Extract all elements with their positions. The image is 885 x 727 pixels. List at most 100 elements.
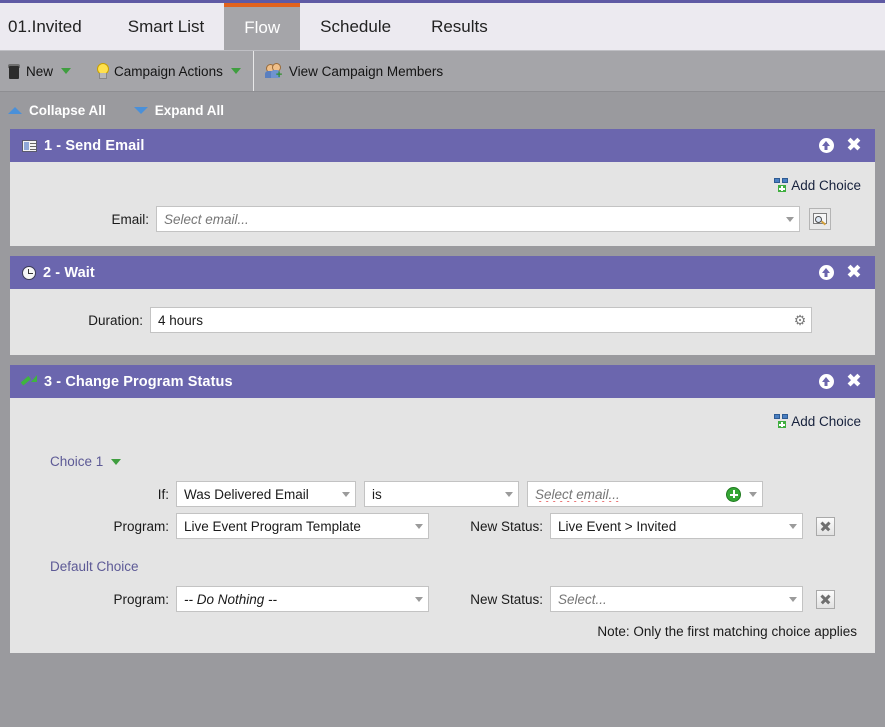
tab-label: 01.Invited	[8, 17, 82, 36]
arrow-up-circle-icon	[818, 265, 834, 280]
campaign-actions-label: Campaign Actions	[114, 63, 223, 79]
campaign-actions-button[interactable]: Campaign Actions	[83, 51, 253, 91]
preview-email-button[interactable]	[809, 208, 831, 230]
close-icon: ✖	[846, 261, 862, 283]
gear-icon[interactable]: ⚙	[789, 312, 811, 329]
people-icon: +	[264, 63, 284, 81]
default-status-select[interactable]: Select...	[550, 586, 803, 612]
new-status-value: Live Event > Invited	[558, 518, 677, 534]
email-select[interactable]: Select email...	[156, 206, 800, 232]
view-campaign-members-button[interactable]: + View Campaign Members	[254, 51, 455, 91]
move-up-button[interactable]	[815, 262, 837, 284]
choice-1-label: Choice 1	[50, 454, 104, 469]
if-label: If:	[157, 486, 169, 502]
step-title: 1 - Send Email	[44, 137, 145, 154]
step-header: 3 - Change Program Status ✖	[10, 365, 875, 398]
green-arrow-icon	[22, 375, 37, 388]
if-trigger-select[interactable]: Was Delivered Email	[176, 481, 356, 507]
flow-step-change-program-status: 3 - Change Program Status ✖ Add Choice C…	[10, 365, 875, 653]
arrow-up-circle-icon	[818, 374, 834, 389]
flow-step-wait: 2 - Wait ✖ Duration: 4 hours ⚙	[10, 256, 875, 355]
default-choice-label: Default Choice	[50, 559, 139, 574]
duration-field-label: Duration:	[88, 312, 143, 328]
email-select-value: Select email...	[164, 211, 249, 227]
chevron-down-icon[interactable]	[410, 523, 428, 529]
tab-flow[interactable]: Flow	[224, 3, 301, 50]
tab-bar: 01.Invited Smart List Flow Schedule Resu…	[0, 3, 885, 51]
chevron-down-icon	[111, 458, 122, 465]
chevron-down-icon[interactable]	[784, 596, 802, 602]
add-choice-label: Add Choice	[791, 177, 861, 193]
triangle-up-icon	[8, 107, 22, 114]
matching-choice-note: Note: Only the first matching choice app…	[597, 624, 857, 639]
default-status-label: New Status:	[470, 591, 543, 607]
program-value: Live Event Program Template	[184, 518, 361, 534]
toolbar-divider	[252, 51, 254, 91]
add-choice-button[interactable]: Add Choice	[774, 178, 861, 193]
duration-input[interactable]: 4 hours ⚙	[150, 307, 812, 333]
add-choice-button[interactable]: Add Choice	[774, 414, 861, 429]
default-program-select[interactable]: -- Do Nothing --	[176, 586, 429, 612]
tab-01-invited[interactable]: 01.Invited	[0, 3, 108, 50]
program-select[interactable]: Live Event Program Template	[176, 513, 429, 539]
chevron-down-icon[interactable]	[744, 491, 762, 497]
chevron-down-icon[interactable]	[781, 216, 799, 222]
move-up-button[interactable]	[815, 135, 837, 157]
new-button-label: New	[26, 63, 54, 79]
triangle-down-icon	[133, 107, 148, 114]
step-body: Add Choice Email: Select email...	[10, 162, 875, 246]
if-operator-value: is	[372, 486, 382, 502]
step-body: Add Choice Choice 1 If: Was Delivered Em…	[10, 398, 875, 653]
toolbar: New Campaign Actions + View Campaign Mem…	[0, 51, 885, 92]
tab-label: Results	[431, 17, 488, 36]
tab-label: Schedule	[320, 17, 392, 36]
add-choice-label: Add Choice	[791, 413, 861, 429]
new-button[interactable]: New	[0, 51, 83, 91]
tab-smart-list[interactable]: Smart List	[108, 3, 225, 50]
new-icon	[8, 63, 21, 79]
remove-step-button[interactable]: ✖	[843, 262, 865, 284]
chevron-down-icon[interactable]	[500, 491, 518, 497]
default-status-value: Select...	[558, 591, 607, 607]
move-up-button[interactable]	[815, 371, 837, 393]
add-value-icon[interactable]	[726, 486, 741, 502]
program-label: Program:	[113, 518, 169, 534]
arrow-up-circle-icon	[818, 138, 834, 153]
clock-icon	[22, 265, 36, 280]
chevron-down-icon[interactable]	[410, 596, 428, 602]
add-choice-icon	[774, 414, 789, 428]
chevron-down-icon	[61, 68, 72, 74]
if-operator-select[interactable]: is	[364, 481, 519, 507]
choice-1-toggle[interactable]: Choice 1	[50, 454, 122, 469]
add-choice-icon	[774, 178, 789, 192]
step-title: 3 - Change Program Status	[44, 373, 233, 390]
tab-results[interactable]: Results	[411, 3, 508, 50]
if-value-select[interactable]: Select email...	[527, 481, 763, 507]
delete-default-choice-button[interactable]	[816, 589, 835, 609]
view-campaign-members-label: View Campaign Members	[288, 63, 444, 79]
step-header: 1 - Send Email ✖	[10, 129, 875, 162]
tab-schedule[interactable]: Schedule	[300, 3, 411, 50]
new-status-select[interactable]: Live Event > Invited	[550, 513, 803, 539]
close-icon: ✖	[846, 370, 862, 392]
chevron-down-icon[interactable]	[337, 491, 355, 497]
chevron-down-icon	[230, 68, 241, 74]
email-field-label: Email:	[111, 211, 149, 227]
delete-choice-button[interactable]	[816, 516, 835, 536]
duration-value: 4 hours	[158, 312, 204, 328]
chevron-down-icon[interactable]	[784, 523, 802, 529]
tree-controls: Collapse All Expand All	[0, 92, 885, 129]
collapse-all-button[interactable]: Collapse All	[8, 103, 106, 118]
flow-step-send-email: 1 - Send Email ✖ Add Choice Email: Selec…	[10, 129, 875, 246]
step-header: 2 - Wait ✖	[10, 256, 875, 289]
if-trigger-value: Was Delivered Email	[184, 486, 309, 502]
collapse-all-label: Collapse All	[29, 103, 106, 118]
if-value: Select email...	[535, 486, 620, 502]
step-body: Duration: 4 hours ⚙	[10, 289, 875, 355]
remove-step-button[interactable]: ✖	[843, 371, 865, 393]
remove-step-button[interactable]: ✖	[843, 135, 865, 157]
expand-all-button[interactable]: Expand All	[133, 103, 224, 118]
email-icon	[22, 139, 37, 152]
default-program-value: -- Do Nothing --	[184, 591, 278, 607]
close-icon: ✖	[846, 134, 862, 156]
